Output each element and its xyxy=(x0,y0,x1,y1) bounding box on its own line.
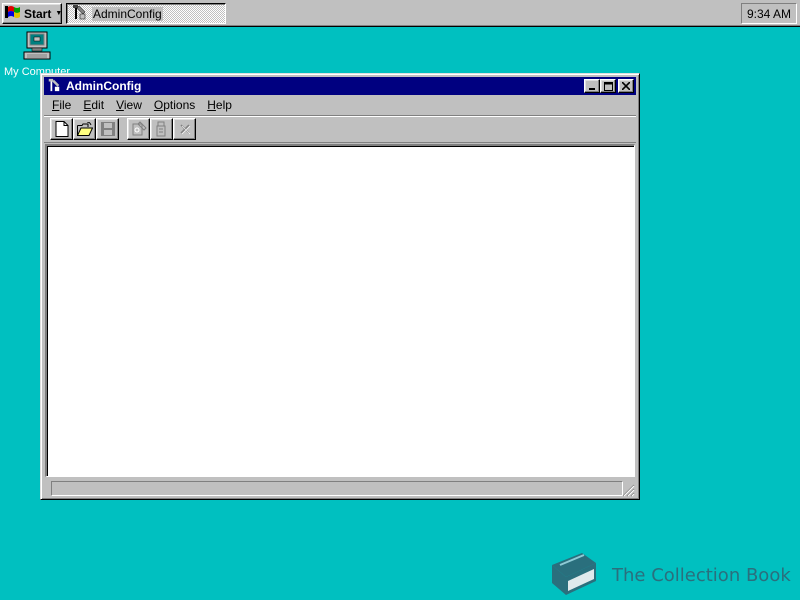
status-panel xyxy=(51,480,623,496)
windows-logo-icon xyxy=(5,5,21,22)
adminconfig-window: AdminConfig File Edit View Options Help xyxy=(40,73,640,500)
taskbar: Start ▼ AdminConfig 9:34 AM xyxy=(0,0,800,27)
watermark-text: The Collection Book xyxy=(612,564,791,586)
open-folder-icon xyxy=(76,122,93,136)
start-label: Start xyxy=(24,6,52,21)
clock-time: 9:34 AM xyxy=(746,6,792,21)
resize-grip-icon[interactable] xyxy=(621,483,635,497)
minimize-button[interactable] xyxy=(584,79,600,93)
chevron-down-icon: ▼ xyxy=(55,10,63,17)
window-titlebar[interactable]: AdminConfig xyxy=(44,77,636,95)
minimize-icon xyxy=(589,88,595,90)
window-controls xyxy=(584,79,634,93)
new-button[interactable] xyxy=(50,118,73,140)
window-title: AdminConfig xyxy=(66,79,142,93)
delete-button[interactable] xyxy=(173,118,196,140)
taskbar-item-adminconfig[interactable]: AdminConfig xyxy=(66,3,226,24)
close-icon xyxy=(622,82,630,90)
taskbar-item-label: AdminConfig xyxy=(92,6,163,21)
menu-help-label: elp xyxy=(215,98,232,112)
menu-edit[interactable]: Edit xyxy=(77,96,110,114)
book-icon xyxy=(546,551,600,600)
maximize-icon xyxy=(603,81,613,91)
properties-icon xyxy=(132,121,147,136)
toolbar-group-edit xyxy=(127,118,196,140)
admin-tools-icon xyxy=(71,4,87,23)
menu-help[interactable]: Help xyxy=(201,96,238,114)
menu-options-label: ptions xyxy=(163,98,196,112)
copy-icon xyxy=(156,121,165,137)
toolbar-group-file xyxy=(50,118,119,140)
menu-view-label: iew xyxy=(123,98,142,112)
menu-edit-label: dit xyxy=(91,98,105,112)
main-client-area[interactable] xyxy=(45,144,635,477)
save-icon xyxy=(100,122,115,136)
properties-button[interactable] xyxy=(127,118,150,140)
menu-view[interactable]: View xyxy=(110,96,148,114)
delete-icon xyxy=(179,124,190,135)
copy-button[interactable] xyxy=(150,118,173,140)
watermark: The Collection Book xyxy=(546,550,791,600)
save-button[interactable] xyxy=(96,118,119,140)
menu-options[interactable]: Options xyxy=(148,96,201,114)
admin-tools-icon xyxy=(47,78,61,95)
menu-file-label: ile xyxy=(59,98,72,112)
maximize-button[interactable] xyxy=(600,79,616,93)
toolbar xyxy=(44,115,636,143)
taskbar-clock[interactable]: 9:34 AM xyxy=(741,3,797,24)
status-bar xyxy=(45,479,635,497)
menu-bar: File Edit View Options Help xyxy=(44,95,636,115)
open-button[interactable] xyxy=(73,118,96,140)
new-document-icon xyxy=(55,121,68,137)
computer-icon xyxy=(21,30,53,65)
close-button[interactable] xyxy=(618,79,634,93)
menu-file[interactable]: File xyxy=(46,96,77,114)
start-button[interactable]: Start ▼ xyxy=(2,3,62,24)
